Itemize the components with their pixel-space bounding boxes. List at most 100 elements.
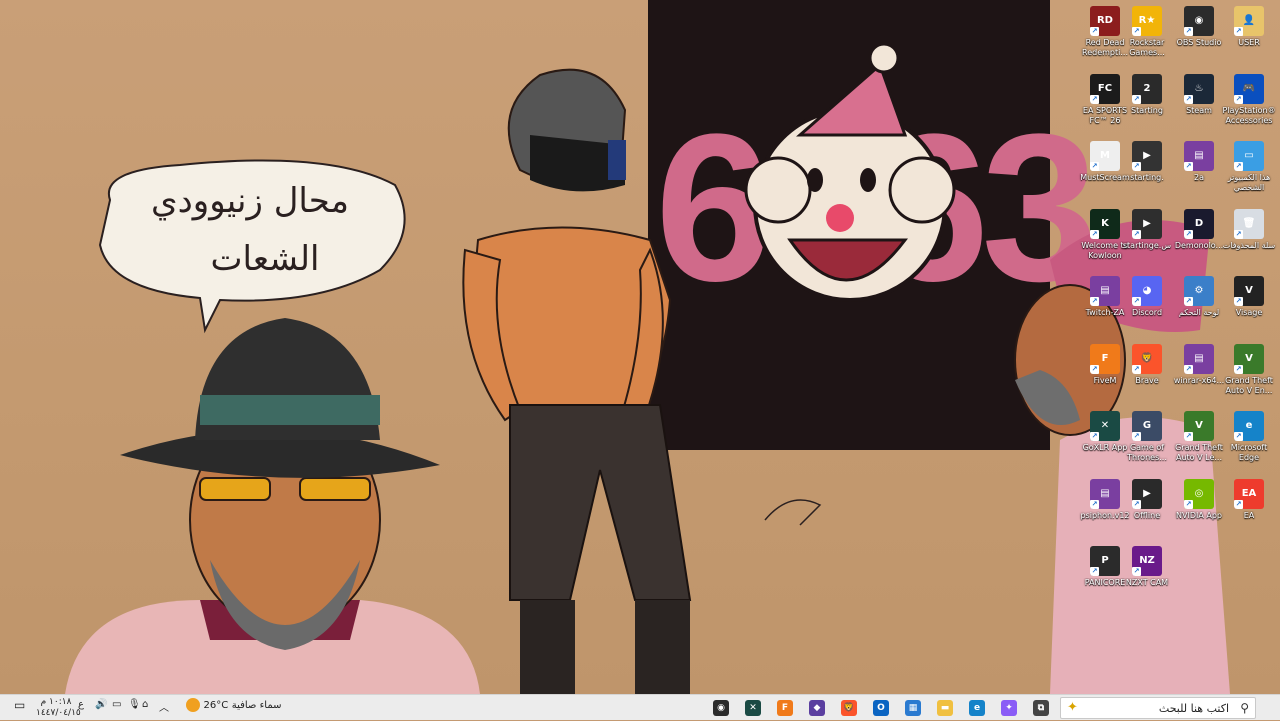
- tb-brave-button[interactable]: 🦁: [834, 696, 864, 720]
- shortcut-arrow-icon: ↗: [1132, 229, 1141, 239]
- this-pc-icon: ▭ ↗: [1234, 141, 1264, 171]
- nzxt-cam-icon: NZ ↗: [1132, 546, 1162, 576]
- speech-bubble-line1: محال زنيوودي: [151, 181, 349, 221]
- tb-edge-button[interactable]: e: [962, 696, 992, 720]
- tb-app-purple-button[interactable]: ◆: [802, 696, 832, 720]
- shortcut-arrow-icon: ↗: [1132, 499, 1141, 509]
- shortcut-arrow-icon: ↗: [1090, 162, 1099, 171]
- tb-outlook-button[interactable]: O: [866, 696, 896, 720]
- tb-goxlr-button[interactable]: ✕: [738, 696, 768, 720]
- copilot-icon: ✦: [1001, 700, 1017, 716]
- starting-video-icon: ▶ ↗: [1132, 141, 1162, 171]
- shortcut-arrow-icon: ↗: [1090, 567, 1099, 576]
- desktop-icon-game-of-thrones[interactable]: G ↗ Game of Thrones...: [1118, 407, 1176, 471]
- clock[interactable]: ١٠:١٨ م ١٤٤٧/٠٤/١٥: [36, 697, 81, 719]
- shortcut-arrow-icon: ↗: [1132, 432, 1141, 441]
- shortcut-arrow-icon: ↗: [1184, 364, 1193, 374]
- shortcut-arrow-icon: ↗: [1090, 297, 1099, 306]
- desktop-icon-brave[interactable]: 🦁 ↗ Brave: [1118, 340, 1176, 404]
- desktop[interactable]: 6363 محال زنيوودي الشعات: [0, 0, 1280, 694]
- weather-text: سماء صافية: [231, 700, 282, 711]
- shortcut-arrow-icon: ↗: [1184, 499, 1193, 509]
- desktop-icon-label: Starting: [1131, 105, 1163, 115]
- shortcut-arrow-icon: ↗: [1090, 499, 1099, 509]
- shortcut-arrow-icon: ↗: [1132, 162, 1141, 171]
- search-box[interactable]: ⚲ اكتب هنا للبحث ✦: [1060, 697, 1256, 719]
- desktop-icon-gta-v[interactable]: V ↗ Grand Theft Auto V En...: [1220, 340, 1278, 404]
- shortcut-arrow-icon: ↗: [1234, 94, 1243, 104]
- desktop-icon-rockstar[interactable]: R★ ↗ Rockstar Games...: [1118, 2, 1176, 66]
- display-icon[interactable]: ▭: [112, 699, 121, 710]
- app-purple-icon: ◆: [809, 700, 825, 716]
- visage-icon: V ↗: [1234, 276, 1264, 306]
- shortcut-arrow-icon: ↗: [1090, 364, 1099, 374]
- shortcut-arrow-icon: ↗: [1132, 364, 1141, 374]
- volume-icon[interactable]: 🔊: [95, 699, 107, 710]
- tb-microsoft-store-button[interactable]: ▦: [898, 696, 928, 720]
- task-view-icon: ⧉: [1033, 700, 1049, 716]
- desktop-icon-playstation[interactable]: 🎮 ↗ PlayStation® Accessories: [1220, 70, 1278, 134]
- desktop-icon-nzxt-cam[interactable]: NZ ↗ NZXT CAM: [1118, 542, 1176, 606]
- notification-center-icon[interactable]: ▭: [14, 698, 25, 712]
- desktop-icon-label: Discord: [1131, 308, 1163, 317]
- mustscream-icon: M ↗: [1090, 141, 1120, 171]
- discord-icon: ◕ ↗: [1132, 276, 1162, 306]
- speech-bubble-line2: الشعات: [211, 239, 320, 279]
- psiphon-icon: ▤ ↗: [1090, 478, 1120, 509]
- desktop-icon-video-file[interactable]: ▶ ↗ startinge.س: [1118, 205, 1176, 269]
- clock-date: ١٤٤٧/٠٤/١٥: [36, 708, 81, 718]
- goxlr-icon: ✕ ↗: [1090, 411, 1120, 441]
- demonologist-icon: D ↗: [1184, 208, 1214, 239]
- control-panel-icon: ⚙ ↗: [1184, 276, 1214, 306]
- desktop-icon-label: Visage: [1235, 308, 1263, 317]
- obs-icon: ◉ ↗: [1184, 6, 1214, 36]
- weather-widget[interactable]: 26°C سماء صافية: [186, 698, 286, 712]
- desktop-icon-edge[interactable]: e ↗ Microsoft Edge: [1220, 407, 1278, 471]
- ea-fc-icon: FC ↗: [1090, 73, 1120, 104]
- start-button[interactable]: [1256, 695, 1280, 721]
- shortcut-arrow-icon: ↗: [1234, 229, 1243, 239]
- shortcut-arrow-icon: ↗: [1132, 27, 1141, 36]
- gta-v-legacy-icon: V ↗: [1184, 411, 1214, 441]
- sparkle-icon: ✦: [1067, 700, 1078, 715]
- fivem-icon: F ↗: [1090, 343, 1120, 374]
- desktop-icon-label: Microsoft Edge: [1230, 443, 1268, 462]
- desktop-icon-user-folder[interactable]: 👤 ↗ USER: [1220, 2, 1278, 66]
- shortcut-arrow-icon: ↗: [1234, 499, 1243, 509]
- desktop-icon-recycle-bin[interactable]: 🗑 ↗ سلة المحذوفات: [1220, 205, 1278, 269]
- temperature: 26°C: [203, 700, 229, 711]
- brave-icon: 🦁 ↗: [1132, 343, 1162, 374]
- recycle-bin-icon: 🗑 ↗: [1234, 208, 1264, 239]
- microphone-icon[interactable]: 🎙: [128, 699, 141, 710]
- desktop-icon-starting-video[interactable]: ▶ ↗ starting.: [1118, 137, 1176, 201]
- goxlr-icon: ✕: [745, 700, 761, 716]
- desktop-icon-visage[interactable]: V ↗ Visage: [1220, 272, 1278, 336]
- desktop-icon-this-pc[interactable]: ▭ ↗ هذا الكمبيوتر الشخصي: [1220, 137, 1278, 201]
- kowloon-icon: K ↗: [1090, 208, 1120, 239]
- desktop-icon-offline[interactable]: ▶ ↗ Offline: [1118, 475, 1176, 539]
- desktop-icon-label: USER: [1238, 38, 1260, 47]
- tb-copilot-button[interactable]: ✦: [994, 696, 1024, 720]
- game-of-thrones-icon: G ↗: [1132, 411, 1162, 441]
- taskbar: ⚲ اكتب هنا للبحث ✦ ⧉ ✦ e ▬ ▦ O 🦁 ◆ F ✕ ◉ 26°C سماء…: [0, 694, 1280, 720]
- tb-fivem-button[interactable]: F: [770, 696, 800, 720]
- shortcut-arrow-icon: ↗: [1234, 432, 1243, 441]
- winrar-twitch-icon: ▤ ↗: [1090, 276, 1120, 306]
- user-folder-icon: 👤 ↗: [1234, 6, 1264, 36]
- tb-file-explorer-button[interactable]: ▬: [930, 696, 960, 720]
- playstation-icon: 🎮 ↗: [1234, 73, 1264, 104]
- shortcut-arrow-icon: ↗: [1132, 567, 1141, 576]
- weather-icon: [186, 698, 200, 712]
- tb-obs-button[interactable]: ◉: [706, 696, 736, 720]
- desktop-icon-discord[interactable]: ◕ ↗ Discord: [1118, 272, 1176, 336]
- network-icon[interactable]: ⌂: [142, 699, 148, 710]
- show-hidden-icons-chevron-icon[interactable]: ︿: [159, 699, 169, 714]
- desktop-icon-starting[interactable]: 2 ↗ Starting: [1118, 70, 1176, 134]
- tb-task-view-button[interactable]: ⧉: [1026, 696, 1056, 720]
- winrar-archive-icon: ▤ ↗: [1184, 141, 1214, 171]
- desktop-icon-ea-app[interactable]: EA ↗ EA: [1220, 475, 1278, 539]
- shortcut-arrow-icon: ↗: [1090, 432, 1099, 441]
- obs-icon: ◉: [713, 700, 729, 716]
- nvidia-icon: ◎ ↗: [1184, 478, 1214, 509]
- desktop-icon-label: Game of Thrones...: [1127, 443, 1167, 462]
